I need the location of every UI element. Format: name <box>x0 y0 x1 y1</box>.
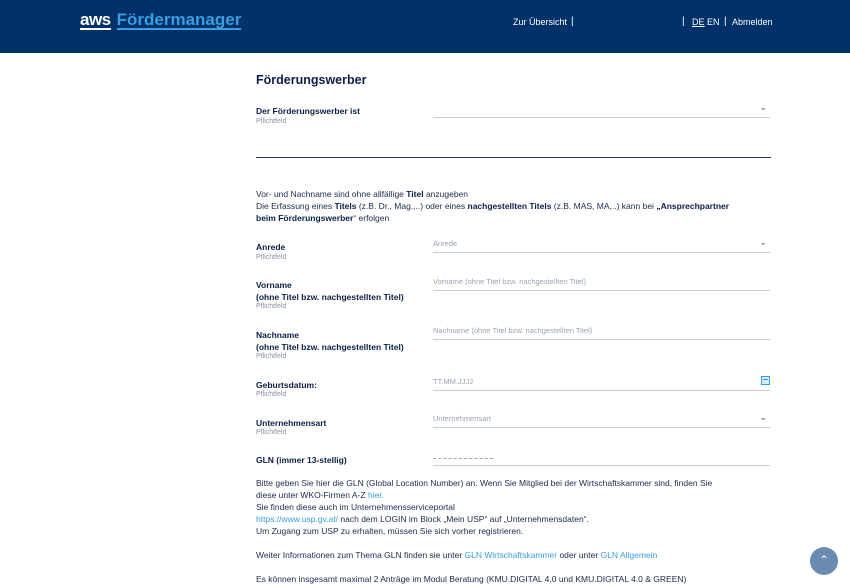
gln-more-info-text: Weiter Informationen zum Thema GLN finde… <box>256 550 658 560</box>
chevron-down-icon: ⌄ <box>759 237 767 247</box>
geburtsdatum-input[interactable]: TT.MM.JJJJ <box>433 375 770 391</box>
required-hint: Pflichtfeld <box>256 429 287 436</box>
anrede-label: Anrede <box>256 242 286 252</box>
gln-info-text: Sie finden diese auch im Unternehmensser… <box>256 502 455 512</box>
nachname-input[interactable]: Nachname (ohne Titel bzw. nachgestellten… <box>433 324 770 340</box>
vorname-label-sub: (ohne Titel bzw. nachgestellten Titel) <box>256 292 404 302</box>
title-hint-text-2: beim Förderungswerber“ erfolgen <box>256 213 390 223</box>
unternehmensart-label: Unternehmensart <box>256 418 327 428</box>
language-switcher: DE EN <box>692 17 720 27</box>
required-hint: Pflichtfeld <box>256 303 287 310</box>
calendar-icon[interactable] <box>761 376 770 385</box>
required-hint: Pflichtfeld <box>256 391 287 398</box>
section-divider <box>256 157 771 158</box>
unternehmensart-placeholder: Unternehmensart <box>433 414 491 423</box>
application-limit-text: Es können insgesamt maximal 2 Anträge im… <box>256 574 687 584</box>
gln-info-text: Um Zugang zum USP zu erhalten, müssen Si… <box>256 526 524 536</box>
top-header: aws Fördermanager Zur Übersicht | | DE E… <box>0 0 850 53</box>
section-title: Förderungswerber <box>256 73 367 87</box>
scroll-to-top-button[interactable]: ⌃ <box>810 547 838 575</box>
title-hint-text: Die Erfassung eines Titels (z.B. Dr., Ma… <box>256 201 730 211</box>
unternehmensart-select[interactable]: Unternehmensart ⌄ <box>433 412 770 428</box>
usp-link[interactable]: https://www.usp.gv.at/ <box>256 514 338 524</box>
geburtsdatum-label: Geburtsdatum: <box>256 380 317 390</box>
foerderungswerber-select[interactable]: ⌄ <box>433 102 770 118</box>
gln-label: GLN (immer 13-stellig) <box>256 455 347 465</box>
required-hint: Pflichtfeld <box>256 353 287 360</box>
lang-en-link[interactable]: EN <box>707 17 720 27</box>
anrede-select[interactable]: Anrede ⌄ <box>433 237 770 253</box>
vorname-label: Vorname <box>256 280 292 290</box>
wko-link[interactable]: hier. <box>368 490 384 500</box>
chevron-down-icon: ⌄ <box>759 102 767 112</box>
nav-separator: | <box>571 16 574 27</box>
name-hint-text: Vor- und Nachname sind ohne allfällige T… <box>256 189 469 199</box>
lang-de-link[interactable]: DE <box>692 17 705 27</box>
vorname-placeholder: Vorname (ohne Titel bzw. nachgestellten … <box>433 277 587 286</box>
gln-info-text: https://www.usp.gv.at/ nach dem LOGIN im… <box>256 514 589 524</box>
chevron-up-icon: ⌃ <box>818 553 830 567</box>
chevron-down-icon: ⌄ <box>759 412 767 422</box>
nav-overview-link[interactable]: Zur Übersicht <box>513 17 567 27</box>
vorname-input[interactable]: Vorname (ohne Titel bzw. nachgestellten … <box>433 275 770 291</box>
nachname-label: Nachname <box>256 330 299 340</box>
gln-info-text: diese unter WKO-Firmen A-Z hier. <box>256 490 385 500</box>
gln-allgemein-link[interactable]: GLN Allgemein <box>601 550 658 560</box>
gln-info-text: Bitte geben Sie hier die GLN (Global Loc… <box>256 478 713 488</box>
required-hint: Pflichtfeld <box>256 254 287 261</box>
gln-wirtschaftskammer-link[interactable]: GLN Wirtschaftskammer <box>465 550 558 560</box>
logo-product-text: Fördermanager <box>116 10 242 30</box>
foerderungswerber-label: Der Förderungswerber ist <box>256 106 360 116</box>
geburtsdatum-placeholder: TT.MM.JJJJ <box>433 377 473 386</box>
gln-mask <box>433 458 493 459</box>
nachname-placeholder: Nachname (ohne Titel bzw. nachgestellten… <box>433 326 593 335</box>
nav-separator: | <box>682 16 685 27</box>
nav-separator: | <box>724 16 727 27</box>
required-hint: Pflichtfeld <box>256 118 287 125</box>
aws-logo[interactable]: aws Fördermanager <box>80 10 242 30</box>
logout-link[interactable]: Abmelden <box>732 17 773 27</box>
nachname-label-sub: (ohne Titel bzw. nachgestellten Titel) <box>256 342 404 352</box>
logo-aws-text: aws <box>80 10 111 30</box>
anrede-placeholder: Anrede <box>433 239 458 248</box>
